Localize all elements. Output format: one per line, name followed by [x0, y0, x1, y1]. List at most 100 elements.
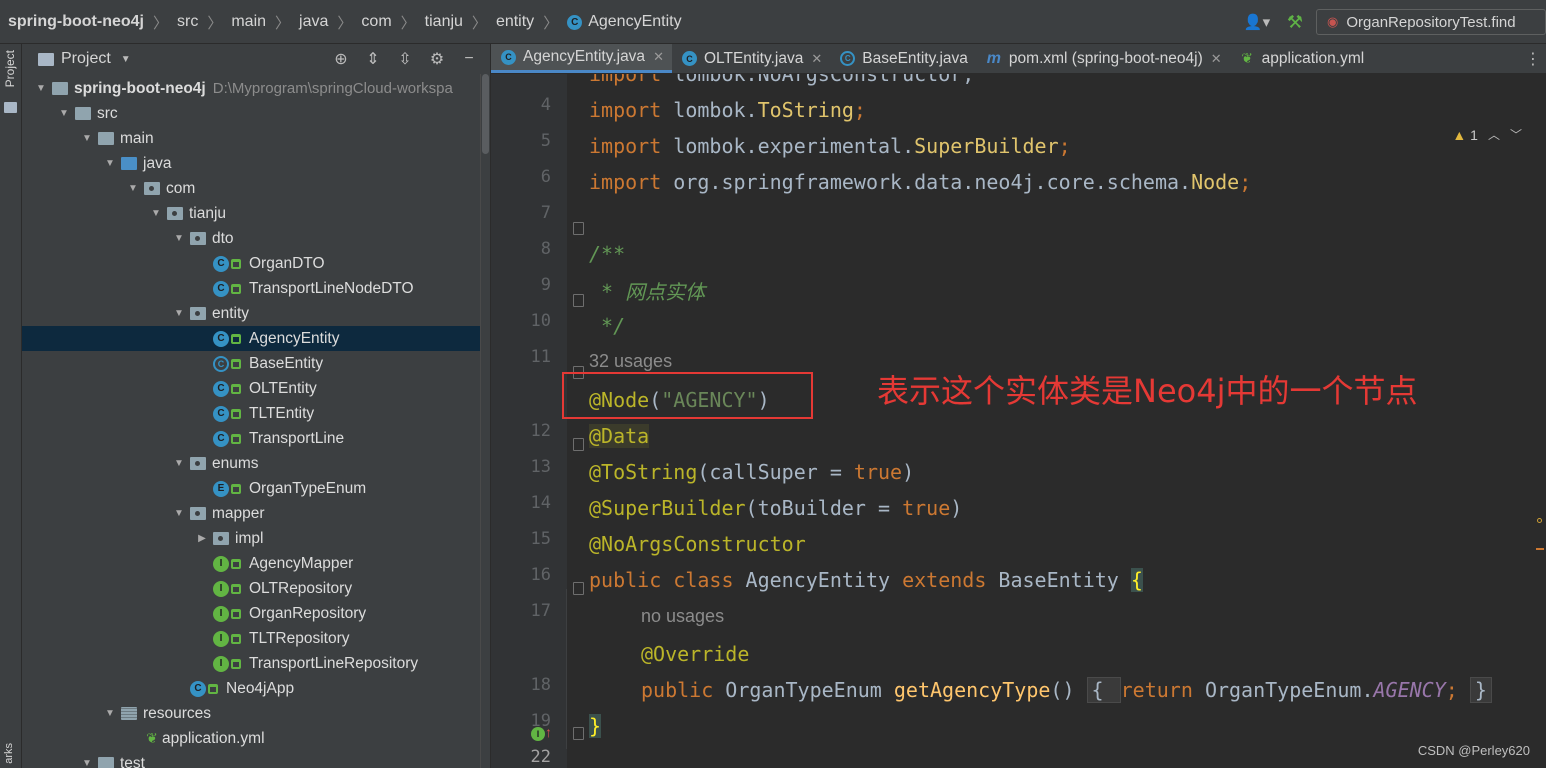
tab-oltentity-java[interactable]: C OLTEntity.java ✕	[672, 44, 830, 73]
chevron-down-icon[interactable]: ▼	[121, 54, 131, 65]
tree-item-mapper[interactable]: ▼ mapper	[22, 501, 490, 526]
tab-pom-xml-spring-boot-neo4j-[interactable]: m pom.xml (spring-boot-neo4j) ✕	[976, 44, 1230, 73]
tree-item-enums[interactable]: ▼ enums	[22, 451, 490, 476]
tree-item-main[interactable]: ▼ main	[22, 126, 490, 151]
tree-item-tltrepository[interactable]: I TLTRepository	[22, 626, 490, 651]
chevron-down-icon[interactable]: ▼	[34, 83, 48, 94]
more-tabs-icon[interactable]: ⋮	[1519, 44, 1546, 73]
chevron-down-icon[interactable]: ▼	[103, 158, 117, 169]
tab-baseentity-java[interactable]: C BaseEntity.java	[830, 44, 976, 73]
tree-item-neo4japp[interactable]: C Neo4jApp	[22, 676, 490, 701]
project-tree-scrollbar-thumb[interactable]	[482, 74, 489, 154]
tree-item-label: mapper	[212, 504, 265, 522]
project-tool-window-button[interactable]: Project	[3, 50, 17, 87]
collapse-all-icon[interactable]: ⇳	[396, 49, 414, 69]
tree-item-com[interactable]: ▼ com	[22, 176, 490, 201]
gear-icon[interactable]: ⚙	[428, 49, 446, 69]
breadcrumb-item-src[interactable]: src	[177, 13, 198, 31]
target-icon[interactable]: ⊕	[332, 49, 350, 69]
tab-application-yml[interactable]: ❦ application.yml	[1230, 44, 1373, 73]
tree-item-tianju[interactable]: ▼ tianju	[22, 201, 490, 226]
breadcrumb-item-tianju[interactable]: tianju	[425, 13, 463, 31]
inspection-widget[interactable]: ▲ 1 ︿ ﹀	[1452, 126, 1522, 143]
user-icon[interactable]: 👤▾	[1240, 10, 1274, 34]
breadcrumb-item-main[interactable]: main	[231, 13, 266, 31]
chevron-down-icon[interactable]: ﹀	[1510, 126, 1522, 143]
tree-item-label: java	[143, 154, 172, 172]
code-line-15: @SuperBuilder (toBuilder = true)	[589, 496, 963, 520]
chevron-up-icon[interactable]: ︿	[1488, 126, 1500, 143]
fold-marker-icon[interactable]	[573, 222, 584, 235]
error-stripe-mark[interactable]	[1536, 548, 1544, 550]
folder-icon[interactable]	[4, 102, 17, 113]
tree-item-tltentity[interactable]: C TLTEntity	[22, 401, 490, 426]
chevron-down-icon[interactable]: ▼	[172, 458, 186, 469]
tree-item-oltrepository[interactable]: I OLTRepository	[22, 576, 490, 601]
tree-item-transportline[interactable]: C TransportLine	[22, 426, 490, 451]
breadcrumb-item-project[interactable]: spring-boot-neo4j	[8, 13, 144, 31]
override-arrow-icon[interactable]: ↑	[545, 724, 552, 740]
close-icon[interactable]: ✕	[1211, 51, 1222, 67]
tree-item-dto[interactable]: ▼ dto	[22, 226, 490, 251]
tree-item-test[interactable]: ▼ test	[22, 751, 490, 768]
close-icon[interactable]: ✕	[811, 51, 822, 67]
chevron-down-icon[interactable]: ▼	[172, 508, 186, 519]
line-number: 5	[540, 131, 551, 151]
code-line-9: /**	[589, 242, 626, 266]
minimize-icon[interactable]: −	[460, 50, 478, 68]
chevron-down-icon[interactable]: ▼	[103, 708, 117, 719]
run-configuration-select[interactable]: ◉ OrganRepositoryTest.find	[1316, 9, 1546, 35]
tree-item-entity[interactable]: ▼ entity	[22, 301, 490, 326]
hammer-icon[interactable]: ⚒	[1280, 10, 1310, 34]
tree-item-transportlinerepository[interactable]: I TransportLineRepository	[22, 651, 490, 676]
folder-icon	[121, 707, 137, 720]
chevron-right-icon[interactable]: ▶	[195, 533, 209, 544]
fold-marker-icon[interactable]	[573, 727, 584, 740]
close-icon[interactable]: ✕	[653, 49, 664, 65]
project-panel-title[interactable]: Project	[61, 50, 111, 68]
chevron-down-icon[interactable]: ▼	[126, 183, 140, 194]
breadcrumb-item-com[interactable]: com	[361, 13, 391, 31]
package-icon	[167, 207, 183, 220]
tree-item-impl[interactable]: ▶ impl	[22, 526, 490, 551]
tab-agencyentity-java[interactable]: C AgencyEntity.java ✕	[491, 44, 672, 73]
tree-item-java[interactable]: ▼ java	[22, 151, 490, 176]
no-usages-hint[interactable]: no usages	[641, 601, 724, 631]
tree-item-src[interactable]: ▼ src	[22, 101, 490, 126]
tree-item-organdto[interactable]: C OrganDTO	[22, 251, 490, 276]
bookmarks-tool-window-button[interactable]: arks	[3, 743, 15, 764]
breadcrumb-item-entity[interactable]: entity	[496, 13, 534, 31]
editor-scroll-marker[interactable]	[1537, 518, 1542, 523]
maven-icon: m	[986, 49, 1002, 67]
inspection-count[interactable]: ▲ 1	[1452, 127, 1478, 143]
project-tree-scrollbar[interactable]	[480, 74, 490, 768]
implements-marker-icon[interactable]: I	[531, 727, 545, 741]
tree-item-organtypeenum[interactable]: E OrganTypeEnum	[22, 476, 490, 501]
code-area[interactable]: import lombok.NoArgsConstructor; import …	[589, 74, 1546, 768]
tree-item-baseentity[interactable]: C BaseEntity	[22, 351, 490, 376]
tree-item-oltentity[interactable]: C OLTEntity	[22, 376, 490, 401]
expand-all-icon[interactable]: ⇕	[364, 49, 382, 69]
lock-icon	[231, 283, 241, 294]
tree-item-resources[interactable]: ▼ resources	[22, 701, 490, 726]
breadcrumb-item-agency-entity[interactable]: C AgencyEntity	[567, 13, 682, 31]
project-panel: Project ▼ ⊕ ⇕ ⇳ ⚙ − ▼ spring-boot-neo4j D:…	[22, 44, 490, 768]
tree-item-spring-boot-neo4j[interactable]: ▼ spring-boot-neo4j D:\Myprogram\springClo…	[22, 76, 490, 101]
chevron-down-icon[interactable]: ▼	[172, 233, 186, 244]
chevron-down-icon[interactable]: ▼	[172, 308, 186, 319]
fold-marker-icon[interactable]	[573, 582, 584, 595]
tree-item-organrepository[interactable]: I OrganRepository	[22, 601, 490, 626]
tree-item-transportlinenodedto[interactable]: C TransportLineNodeDTO	[22, 276, 490, 301]
fold-marker-icon[interactable]	[573, 438, 584, 451]
line-number: 18	[530, 675, 551, 695]
chevron-down-icon[interactable]: ▼	[149, 208, 163, 219]
tree-item-application-yml[interactable]: ❦ application.yml	[22, 726, 490, 751]
tree-item-agencymapper[interactable]: I AgencyMapper	[22, 551, 490, 576]
breadcrumb-item-java[interactable]: java	[299, 13, 328, 31]
tree-item-label: OLTRepository	[249, 579, 353, 597]
chevron-down-icon[interactable]: ▼	[80, 133, 94, 144]
chevron-down-icon[interactable]: ▼	[80, 758, 94, 768]
tree-item-agencyentity[interactable]: C AgencyEntity	[22, 326, 490, 351]
fold-marker-icon[interactable]	[573, 294, 584, 307]
chevron-down-icon[interactable]: ▼	[57, 108, 71, 119]
